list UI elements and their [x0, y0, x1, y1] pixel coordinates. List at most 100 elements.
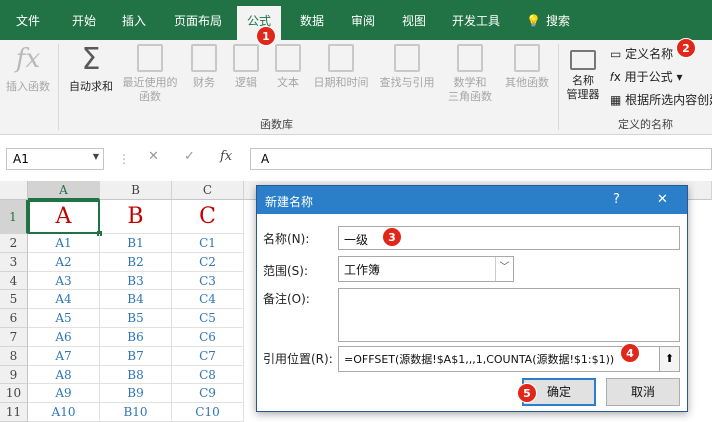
- row-header[interactable]: 2: [0, 234, 28, 253]
- tab-developer[interactable]: 开发工具: [452, 12, 500, 30]
- cell-b6[interactable]: B5: [100, 309, 172, 328]
- name-manager-button[interactable]: 名称 管理器: [562, 50, 604, 102]
- tab-file[interactable]: 文件: [16, 12, 40, 30]
- calendar-book-icon: [328, 44, 354, 72]
- cell-a5[interactable]: A4: [28, 290, 100, 310]
- financial-button[interactable]: 财务: [184, 44, 224, 90]
- cell-c7[interactable]: C6: [172, 328, 244, 347]
- coins-icon: [191, 44, 217, 72]
- help-button[interactable]: ?: [613, 192, 620, 207]
- cancel-button[interactable]: 取消: [606, 378, 680, 406]
- star-book-icon: [137, 44, 163, 72]
- tab-page-layout[interactable]: 页面布局: [174, 12, 222, 30]
- cell-b9[interactable]: B8: [100, 365, 172, 385]
- math-trig-button[interactable]: 数学和 三角函数: [442, 44, 498, 104]
- cell-c6[interactable]: C5: [172, 309, 244, 328]
- cell-b1[interactable]: B: [100, 200, 172, 234]
- column-header-b[interactable]: B: [100, 181, 172, 200]
- cell-a7[interactable]: A6: [28, 328, 100, 347]
- cell-a6[interactable]: A5: [28, 309, 100, 328]
- tab-home[interactable]: 开始: [72, 12, 96, 30]
- cell-a4[interactable]: A3: [28, 271, 100, 291]
- tab-view[interactable]: 视图: [402, 12, 426, 30]
- insert-function-button[interactable]: fx 插入函数: [2, 44, 54, 94]
- chevron-down-icon[interactable]: ﹀: [495, 257, 513, 281]
- cell-b5[interactable]: B4: [100, 290, 172, 310]
- fx-icon: fx: [15, 44, 41, 74]
- refers-to-field[interactable]: =OFFSET(源数据!$A$1,,,1,COUNTA(源数据!$1:$1)): [338, 346, 660, 372]
- cell-a11[interactable]: A10: [28, 403, 100, 422]
- cell-b7[interactable]: B6: [100, 328, 172, 347]
- question-book-icon: [233, 44, 259, 72]
- create-from-selection-button[interactable]: ▦ 根据所选内容创建: [610, 91, 712, 108]
- scope-select[interactable]: 工作簿 ﹀: [338, 256, 514, 282]
- row-header[interactable]: 10: [0, 384, 28, 404]
- recently-used-button[interactable]: 最近使用的 函数: [118, 44, 182, 104]
- new-name-dialog: 新建名称 ? ✕ 名称(N): 一级 范围(S): 工作簿 ﹀ 备注(O): 引…: [256, 185, 688, 412]
- fx-icon[interactable]: fx: [220, 149, 232, 164]
- cell-c1[interactable]: C: [172, 200, 244, 234]
- cell-a10[interactable]: A9: [28, 384, 100, 404]
- select-all-corner[interactable]: [0, 181, 28, 200]
- use-in-formula-button[interactable]: 𝑓x 用于公式 ▾: [610, 68, 683, 85]
- step-badge-4: 4: [620, 343, 640, 363]
- formula-buttons: ✕ ✓ fx: [140, 149, 245, 169]
- cell-c5[interactable]: C4: [172, 290, 244, 310]
- tab-review[interactable]: 审阅: [351, 12, 375, 30]
- cell-c4[interactable]: C3: [172, 271, 244, 291]
- cell-c3[interactable]: C2: [172, 252, 244, 272]
- cell-c8[interactable]: C7: [172, 346, 244, 366]
- cell-c11[interactable]: C10: [172, 403, 244, 422]
- row-header[interactable]: 7: [0, 328, 28, 347]
- cell-b10[interactable]: B9: [100, 384, 172, 404]
- column-header-a[interactable]: A: [28, 181, 100, 200]
- chevron-down-icon[interactable]: ▼: [93, 152, 99, 161]
- lightbulb-icon: 💡: [526, 14, 541, 28]
- lookup-reference-button[interactable]: 查找与引用: [374, 44, 440, 90]
- confirm-icon[interactable]: ✓: [184, 149, 195, 164]
- ribbon-formulas: fx 插入函数 Σ 自动求和 最近使用的 函数 财务 逻辑 文本 日期和时间 查…: [0, 40, 712, 135]
- row-header[interactable]: 9: [0, 365, 28, 385]
- separator: [558, 44, 559, 130]
- cell-b8[interactable]: B7: [100, 346, 172, 366]
- vertical-dots-icon: ⋮: [118, 152, 130, 166]
- cell-b4[interactable]: B3: [100, 271, 172, 291]
- autosum-button[interactable]: Σ 自动求和: [64, 44, 118, 94]
- row-header[interactable]: 11: [0, 403, 28, 422]
- cancel-icon[interactable]: ✕: [148, 149, 159, 164]
- define-name-button[interactable]: ▭ 定义名称: [610, 45, 673, 62]
- datetime-button[interactable]: 日期和时间: [308, 44, 374, 90]
- cell-b3[interactable]: B2: [100, 252, 172, 272]
- cell-a8[interactable]: A7: [28, 346, 100, 366]
- row-header[interactable]: 8: [0, 346, 28, 366]
- column-header-c[interactable]: C: [172, 181, 244, 200]
- tab-data[interactable]: 数据: [300, 12, 324, 30]
- magnifier-book-icon: [394, 44, 420, 72]
- cell-b2[interactable]: B1: [100, 234, 172, 253]
- close-button[interactable]: ✕: [657, 192, 668, 207]
- logical-button[interactable]: 逻辑: [226, 44, 266, 90]
- more-functions-button[interactable]: 其他函数: [500, 44, 554, 90]
- comment-label: 备注(O):: [263, 292, 310, 306]
- row-header[interactable]: 4: [0, 271, 28, 291]
- tab-insert[interactable]: 插入: [122, 12, 146, 30]
- cell-a9[interactable]: A8: [28, 365, 100, 385]
- dialog-title: 新建名称: [265, 195, 314, 209]
- cell-a2[interactable]: A1: [28, 234, 100, 253]
- formula-input[interactable]: A: [250, 148, 712, 170]
- cell-c9[interactable]: C8: [172, 365, 244, 385]
- row-header[interactable]: 1: [0, 200, 28, 234]
- text-functions-button[interactable]: 文本: [268, 44, 308, 90]
- row-header[interactable]: 6: [0, 309, 28, 328]
- row-header[interactable]: 5: [0, 290, 28, 310]
- cell-a3[interactable]: A2: [28, 252, 100, 272]
- cell-c2[interactable]: C1: [172, 234, 244, 253]
- collapse-dialog-icon[interactable]: ⬆: [659, 346, 680, 372]
- row-header[interactable]: 3: [0, 252, 28, 272]
- cell-c10[interactable]: C9: [172, 384, 244, 404]
- tab-search[interactable]: 搜索: [546, 12, 570, 30]
- comment-field[interactable]: [338, 288, 680, 342]
- step-badge-5: 5: [517, 383, 537, 403]
- cell-b11[interactable]: B10: [100, 403, 172, 422]
- name-box[interactable]: A1 ▼: [6, 148, 104, 170]
